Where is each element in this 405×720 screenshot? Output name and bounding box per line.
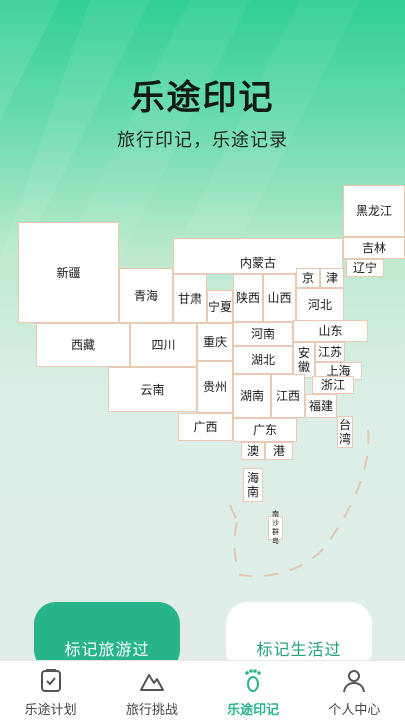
tab-imprint[interactable]: 乐途印记	[203, 661, 304, 720]
footprint-icon	[245, 669, 261, 692]
page-subtitle: 旅行印记，乐途记录	[117, 130, 288, 151]
tab-challenge[interactable]: 旅行挑战	[101, 661, 202, 720]
page-title: 乐途印记	[130, 78, 275, 118]
tab-challenge-label: 旅行挑战	[125, 703, 178, 718]
tab-imprint-label: 乐途印记	[227, 703, 280, 718]
sea-boundary-line	[229, 429, 370, 578]
tab-plan[interactable]: 乐途计划	[0, 661, 101, 720]
person-icon	[343, 670, 366, 693]
bottom-tab-bar: 乐途计划 旅行挑战 乐途印记 个人中心	[0, 660, 405, 720]
tab-profile-label: 个人中心	[328, 703, 381, 718]
tab-plan-label: 乐途计划	[24, 703, 77, 718]
mountain-icon	[139, 674, 164, 691]
china-map: 黑龙江 吉林 辽宁 新疆 内蒙古 京 津 青海 甘肃 宁夏 陕西 山西 河北 西…	[0, 180, 405, 600]
plan-icon	[40, 669, 61, 692]
tab-profile[interactable]: 个人中心	[304, 661, 405, 720]
